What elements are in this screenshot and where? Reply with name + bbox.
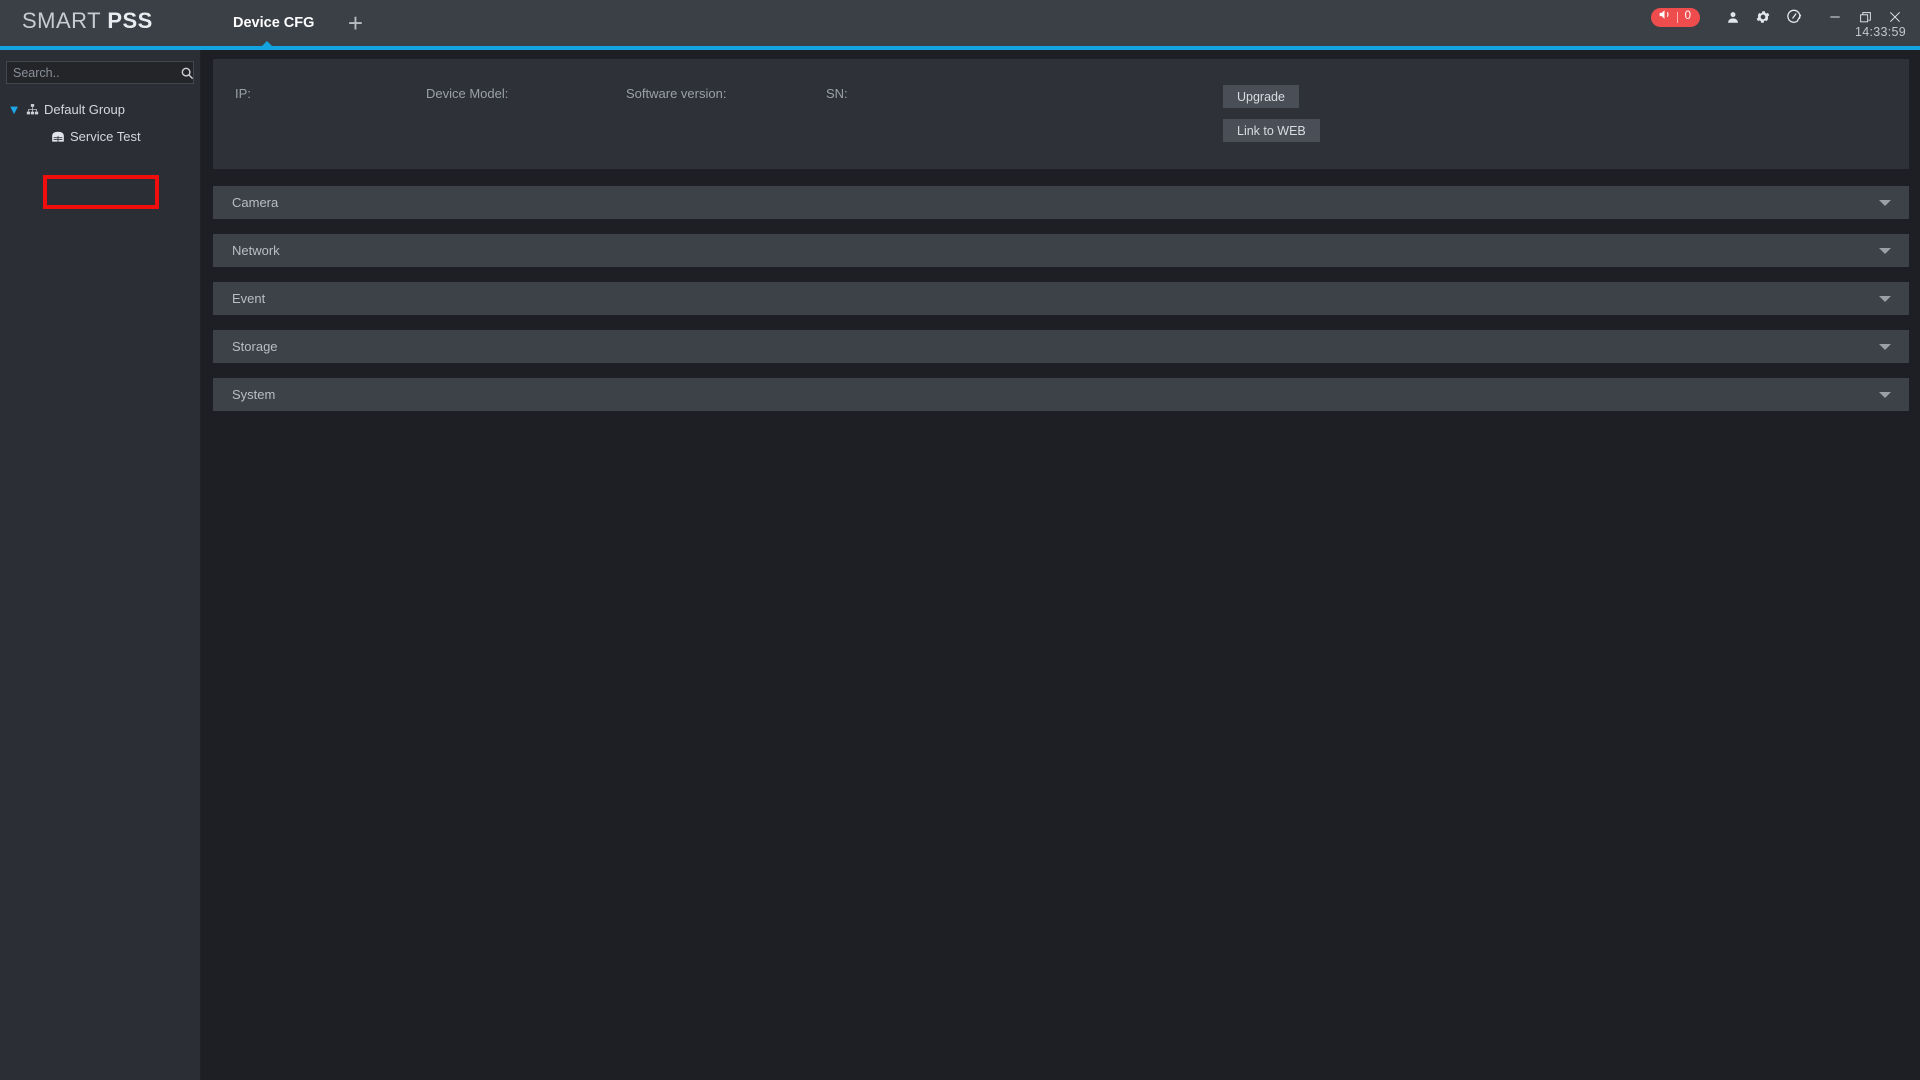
plus-icon: + <box>347 8 363 38</box>
alarm-divider <box>1676 11 1678 23</box>
search-icon[interactable] <box>180 66 194 80</box>
tab-active-pointer <box>262 41 272 46</box>
search-box[interactable] <box>6 61 194 84</box>
app-logo: SMART PSS <box>22 8 153 34</box>
section-label: Camera <box>232 195 279 210</box>
link-to-web-button[interactable]: Link to WEB <box>1223 119 1320 142</box>
tree-node-label: Service Test <box>70 129 141 144</box>
section-system[interactable]: System <box>213 378 1909 411</box>
tab-strip: Device CFG + <box>215 0 378 46</box>
section-storage[interactable]: Storage <box>213 330 1909 363</box>
info-label-ip: IP: <box>235 86 251 101</box>
chevron-down-icon[interactable] <box>1879 295 1891 302</box>
clock: 14:33:59 <box>1854 25 1906 39</box>
section-camera[interactable]: Camera <box>213 186 1909 219</box>
chevron-down-icon[interactable]: ▼ <box>6 102 22 117</box>
highlight-annotation-service-test <box>43 175 159 209</box>
section-label: System <box>232 387 276 402</box>
chevron-down-icon[interactable] <box>1879 247 1891 254</box>
info-label-device-model: Device Model: <box>426 86 509 101</box>
section-label: Storage <box>232 339 278 354</box>
info-label-sn: SN: <box>826 86 848 101</box>
device-config-content: IP: Device Model: Software version: SN: … <box>202 50 1920 1080</box>
minimize-icon[interactable] <box>1820 4 1850 30</box>
config-sections: Camera Network Event Storage System <box>213 186 1909 426</box>
brand-bold-text: PSS <box>107 8 153 33</box>
chevron-down-icon[interactable] <box>1879 199 1891 206</box>
speedometer-icon[interactable] <box>1778 4 1808 30</box>
gear-icon[interactable] <box>1748 4 1778 30</box>
chevron-down-icon[interactable] <box>1879 343 1891 350</box>
info-label-software-version: Software version: <box>626 86 727 101</box>
group-tree-icon <box>22 103 42 116</box>
search-input[interactable] <box>7 65 180 80</box>
tab-label: Device CFG <box>233 15 315 31</box>
section-label: Network <box>232 243 280 258</box>
tree-node-default-group[interactable]: ▼ Default Group <box>0 96 201 123</box>
speaker-alarm-icon <box>1658 8 1671 26</box>
section-label: Event <box>232 291 266 306</box>
device-tree: ▼ Default Group Service Test <box>0 96 201 150</box>
device-info-panel: IP: Device Model: Software version: SN: … <box>213 59 1909 169</box>
title-bar: SMART PSS Device CFG + 0 14:33:59 <box>0 0 1920 46</box>
tree-node-service-test[interactable]: Service Test <box>0 123 201 150</box>
chevron-down-icon[interactable] <box>1879 391 1891 398</box>
device-nvr-icon <box>48 131 68 143</box>
add-tab-button[interactable]: + <box>332 0 378 46</box>
alarm-count: 0 <box>1684 10 1691 23</box>
section-network[interactable]: Network <box>213 234 1909 267</box>
upgrade-button[interactable]: Upgrade <box>1223 85 1299 108</box>
brand-light-text: SMART <box>22 8 108 33</box>
alarm-badge[interactable]: 0 <box>1650 7 1700 27</box>
tree-node-label: Default Group <box>44 102 125 117</box>
section-event[interactable]: Event <box>213 282 1909 315</box>
device-sidebar: ▼ Default Group <box>0 50 201 1080</box>
tab-device-cfg[interactable]: Device CFG <box>215 0 332 46</box>
user-icon[interactable] <box>1718 4 1748 30</box>
